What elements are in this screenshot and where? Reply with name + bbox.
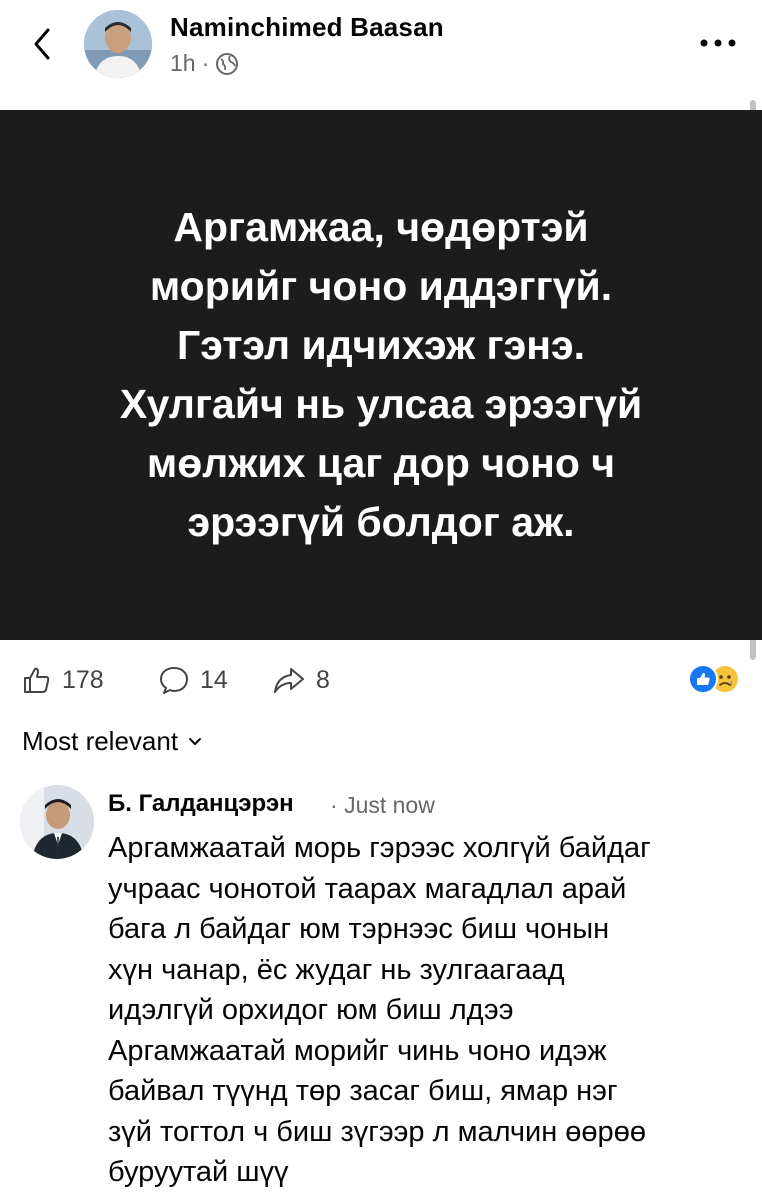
comment-button[interactable]: 14 — [158, 660, 228, 700]
globe-icon — [216, 52, 239, 75]
comment-sort-dropdown[interactable]: Most relevant — [22, 726, 202, 757]
more-options-button[interactable] — [696, 28, 740, 58]
post-meta: 1h · — [170, 50, 239, 77]
thumbs-up-icon — [24, 667, 50, 693]
author-avatar[interactable] — [84, 10, 152, 78]
chevron-down-icon — [189, 737, 202, 745]
comment-count: 14 — [200, 665, 228, 694]
comment-text: Аргамжаатай морь гэрээс холгүй байдаг уч… — [108, 832, 651, 1188]
chevron-left-icon — [34, 28, 50, 60]
comment-time: · Just now — [330, 792, 435, 819]
post-action-bar: 178 14 8 — [0, 652, 762, 708]
post-header: Naminchimed Baasan 1h · — [0, 0, 762, 110]
reactions-summary[interactable] — [688, 664, 740, 694]
post-text-card[interactable]: Аргамжаа, чөдөртэй морийг чоно иддэггүй.… — [0, 110, 762, 640]
meta-separator: · — [201, 50, 210, 76]
comment-timestamp: Just now — [344, 792, 435, 818]
like-button[interactable]: 178 — [22, 660, 104, 700]
comment-icon — [160, 667, 188, 694]
sort-label: Most relevant — [22, 726, 179, 756]
comment-separator: · — [330, 792, 338, 818]
author-name[interactable]: Naminchimed Baasan — [170, 12, 444, 43]
like-reaction-icon — [688, 664, 718, 694]
commenter-avatar[interactable] — [20, 785, 94, 859]
commenter-name[interactable]: Б. Галданцэрэн — [108, 790, 294, 818]
like-count: 178 — [62, 665, 104, 694]
back-button[interactable] — [22, 22, 62, 66]
share-count: 8 — [316, 665, 330, 694]
post-time[interactable]: 1h — [170, 50, 196, 77]
share-icon — [274, 668, 304, 693]
post-text: Аргамжаа, чөдөртэй морийг чоно иддэггүй.… — [119, 204, 643, 545]
more-horizontal-icon — [700, 39, 736, 47]
share-button[interactable]: 8 — [272, 660, 330, 700]
